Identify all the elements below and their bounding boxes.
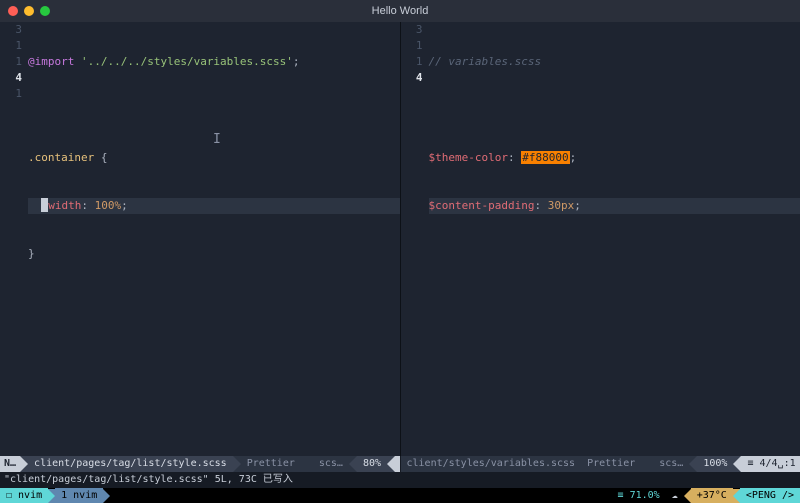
scroll-percent: 100% xyxy=(697,456,733,472)
file-path: client/pages/tag/list/style.scss xyxy=(28,456,233,472)
separator-icon xyxy=(48,489,55,503)
line-number: 3 xyxy=(0,22,22,38)
tmux-window[interactable]: 1 nvim xyxy=(55,488,103,503)
filetype-label: scs… xyxy=(313,456,349,472)
separator-icon xyxy=(103,489,110,503)
code-line: .container { xyxy=(28,150,400,166)
code-line-current: $content-padding: 30px; xyxy=(429,198,800,214)
right-code[interactable]: // variables.scss $theme-color: #f88000;… xyxy=(429,22,800,456)
line-position: ≡ 4/5 ␣:1 xyxy=(395,456,399,472)
temperature: +37°C xyxy=(691,488,733,503)
filetype-label: scs… xyxy=(653,456,689,472)
left-pane[interactable]: 3 1 1 4 1 @import '../../../styles/varia… xyxy=(0,22,400,456)
traffic-lights xyxy=(8,6,50,16)
file-path: client/styles/variables.scss xyxy=(401,456,582,472)
command-message: "client/pages/tag/list/style.scss" 5L, 7… xyxy=(0,472,800,488)
status-spacer xyxy=(641,456,653,472)
separator-icon xyxy=(233,456,241,472)
code-line: } xyxy=(28,246,400,262)
minimize-icon[interactable] xyxy=(24,6,34,16)
right-gutter: 3 1 1 4 xyxy=(401,22,429,456)
highlighted-color: #f88000 xyxy=(521,151,569,164)
code-line: $theme-color: #f88000; xyxy=(429,150,800,166)
weather-icon: ☁ xyxy=(666,488,684,503)
line-number: 1 xyxy=(401,54,423,70)
code-line xyxy=(28,102,400,118)
separator-icon xyxy=(387,456,395,472)
maximize-icon[interactable] xyxy=(40,6,50,16)
tmux-session[interactable]: ☐ nvim xyxy=(0,488,48,503)
separator-icon xyxy=(733,456,741,472)
statusline-row: N… client/pages/tag/list/style.scss Pret… xyxy=(0,456,800,472)
code-line xyxy=(429,102,800,118)
editor-area: 3 1 1 4 1 @import '../../../styles/varia… xyxy=(0,22,800,456)
separator-icon xyxy=(733,489,740,503)
line-number: 3 xyxy=(401,22,423,38)
right-pane[interactable]: 3 1 1 4 // variables.scss $theme-color: … xyxy=(400,22,800,456)
line-number: 1 xyxy=(0,86,22,102)
code-line: @import '../../../styles/variables.scss'… xyxy=(28,54,400,70)
separator-icon xyxy=(20,456,28,472)
line-number: 1 xyxy=(0,54,22,70)
separator-icon xyxy=(684,489,691,503)
window-title: Hello World xyxy=(0,5,800,17)
status-spacer xyxy=(301,456,313,472)
formatter-label: Prettier xyxy=(241,456,301,472)
text-cursor-icon: 𝙸 xyxy=(213,132,221,148)
scroll-percent: 80% xyxy=(357,456,387,472)
code-line: // variables.scss xyxy=(429,54,800,70)
close-icon[interactable] xyxy=(8,6,18,16)
left-gutter: 3 1 1 4 1 xyxy=(0,22,28,456)
tmux-statusbar: ☐ nvim 1 nvim ≡ 71.0% ☁ +37°C <PENG /> xyxy=(0,488,800,503)
line-number-active: 4 xyxy=(0,70,22,86)
formatter-label: Prettier xyxy=(581,456,641,472)
code-line-current: width: 100%; xyxy=(28,198,400,214)
window-titlebar: Hello World xyxy=(0,0,800,22)
statusbars: N… client/pages/tag/list/style.scss Pret… xyxy=(0,456,800,488)
line-number: 1 xyxy=(0,38,22,54)
separator-icon xyxy=(689,456,697,472)
left-code[interactable]: @import '../../../styles/variables.scss'… xyxy=(28,22,400,456)
mode-indicator: N… xyxy=(0,456,20,472)
line-number: 1 xyxy=(401,38,423,54)
line-position: ≡ 4/4 ␣:1 xyxy=(741,456,800,472)
separator-icon xyxy=(349,456,357,472)
line-number-active: 4 xyxy=(401,70,423,86)
tmux-host: <PENG /> xyxy=(740,488,800,503)
battery-percent: ≡ 71.0% xyxy=(612,488,666,503)
statusline-left: N… client/pages/tag/list/style.scss Pret… xyxy=(0,456,400,472)
statusline-right: client/styles/variables.scss Prettier sc… xyxy=(401,456,800,472)
